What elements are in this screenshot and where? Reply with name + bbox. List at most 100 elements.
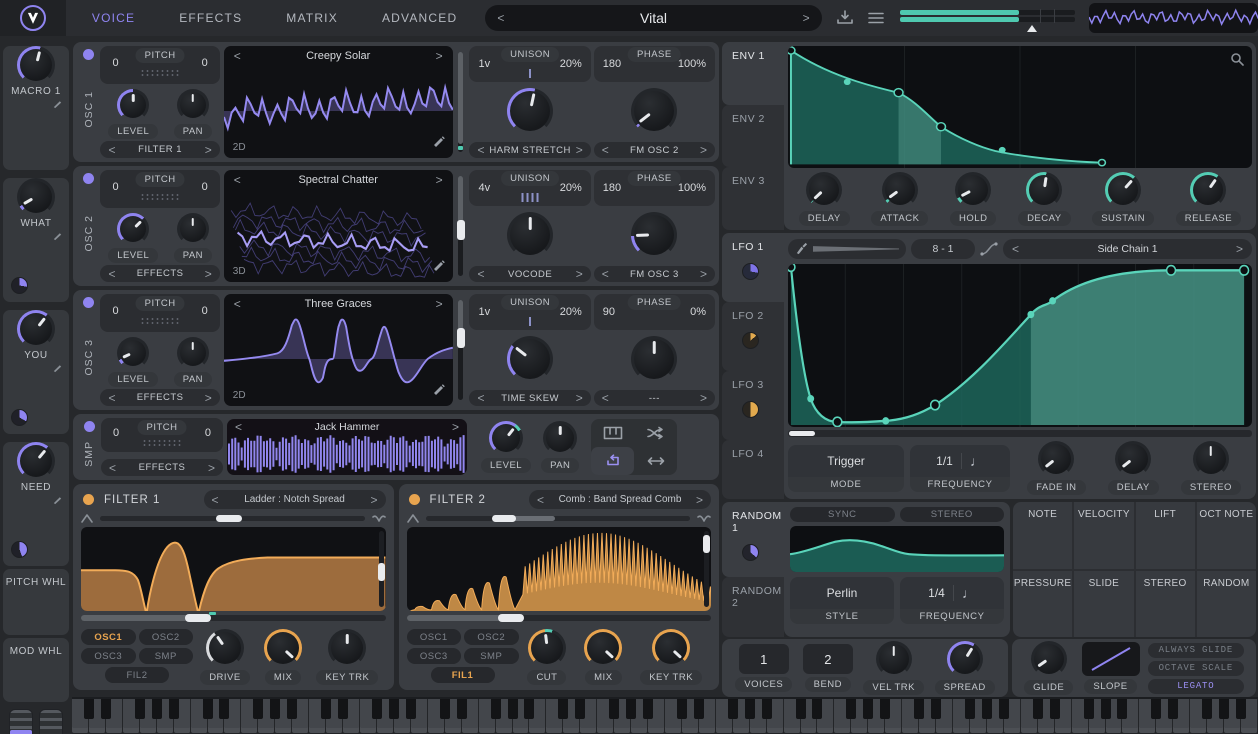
brush-width-slider[interactable] — [813, 246, 899, 252]
osc-2-unison-voices[interactable]: 4v — [478, 182, 490, 194]
tab-lfo-1[interactable]: LFO 1 — [722, 233, 784, 303]
wavetable-edit-pencil-icon[interactable] — [432, 134, 445, 152]
macro-2-knob[interactable] — [17, 178, 55, 216]
wavetable-prev-icon[interactable]: < — [234, 298, 241, 310]
osc-1-fm-knob[interactable] — [631, 88, 678, 134]
osc-3-transpose[interactable]: 0 — [112, 305, 118, 317]
piano-key-black[interactable] — [727, 699, 738, 720]
osc-2-fm-knob[interactable] — [631, 212, 678, 258]
piano-key-black[interactable] — [388, 699, 399, 720]
wavetable-next-icon[interactable]: > — [436, 298, 443, 310]
octave-scale-toggle[interactable]: OCTAVE SCALE — [1147, 660, 1244, 676]
osc-1-view-mode[interactable]: 2D — [233, 142, 246, 153]
piano-key-black[interactable] — [456, 699, 467, 720]
env-hold-knob[interactable] — [955, 172, 992, 208]
mod-source-random[interactable]: RANDOM — [1196, 570, 1256, 637]
sample-name[interactable]: Jack Hammer — [242, 421, 452, 433]
piano-key-black[interactable] — [1219, 699, 1230, 720]
piano-key-black[interactable] — [83, 699, 94, 720]
osc-1-wavetable-name[interactable]: Creepy Solar — [241, 50, 436, 62]
smooth-curve-icon[interactable] — [980, 242, 998, 256]
piano-key-black[interactable] — [287, 699, 298, 720]
sample-prev-icon[interactable]: < — [235, 421, 242, 433]
filter-2-keytrack-knob[interactable] — [652, 629, 691, 667]
mod-source-pressure[interactable]: PRESSURE — [1013, 570, 1073, 637]
slope-control[interactable]: SLOPE — [1081, 642, 1140, 694]
lfo-shape-display[interactable] — [788, 263, 1252, 428]
random-frequency-control[interactable]: 1/4 ♩ FREQUENCY — [900, 577, 1004, 632]
osc-3-frame-slider[interactable] — [456, 300, 465, 400]
random-stereo-button[interactable]: STEREO — [899, 507, 1004, 522]
lfo-fade-in-knob[interactable] — [1038, 441, 1075, 477]
sampler-power-toggle[interactable] — [83, 421, 95, 432]
preset-browser-bar[interactable]: < Vital > — [485, 5, 822, 31]
piano-key-black[interactable] — [270, 699, 281, 720]
piano-key-black[interactable] — [439, 699, 450, 720]
osc-3-pan-knob[interactable] — [176, 337, 209, 369]
filter-1-input-osc2[interactable]: OSC2 — [138, 629, 193, 645]
tab-random-2[interactable]: RANDOM 2 — [722, 577, 784, 637]
tempo-sync-note-icon[interactable]: ♩ — [970, 453, 984, 469]
wavetable-edit-pencil-icon[interactable] — [432, 258, 445, 276]
volume-handle[interactable] — [1027, 25, 1038, 32]
envelope-display[interactable] — [788, 46, 1252, 168]
osc-2-wavetable-name[interactable]: Spectral Chatter — [241, 174, 436, 186]
macro-2-mod-indicator[interactable] — [11, 277, 28, 294]
osc-2-view-mode[interactable]: 3D — [233, 266, 246, 277]
osc-3-left-param-selector[interactable]: < TIME SKEW > — [469, 390, 591, 406]
filter-2-mix-knob[interactable] — [584, 629, 623, 667]
preset-prev-icon[interactable]: < — [497, 12, 504, 24]
filter-1-model-selector[interactable]: < Ladder : Notch Spread > — [203, 490, 386, 510]
env-decay-knob[interactable] — [1026, 172, 1063, 208]
piano-key-black[interactable] — [1032, 699, 1043, 720]
piano-key-black[interactable] — [964, 699, 975, 720]
filter-1-morph-slider[interactable] — [100, 515, 365, 523]
osc-1-unison-detune[interactable]: 20% — [560, 58, 582, 70]
piano-key-black[interactable] — [643, 699, 654, 720]
mod-source-lift[interactable]: LIFT — [1135, 502, 1195, 569]
osc-2-pan-knob[interactable] — [176, 213, 209, 245]
preset-next-icon[interactable]: > — [803, 12, 810, 24]
osc-3-routing-selector[interactable]: < EFFECTS > — [100, 389, 220, 406]
filter-1-input-osc1[interactable]: OSC1 — [81, 629, 136, 645]
osc-2-unison-detune[interactable]: 20% — [560, 182, 582, 194]
osc-3-phase-value[interactable]: 90 — [603, 306, 615, 318]
lfo-delay-knob[interactable] — [1115, 441, 1152, 477]
piano-key-black[interactable] — [795, 699, 806, 720]
piano-key-black[interactable] — [507, 699, 518, 720]
osc-2-routing-selector[interactable]: < EFFECTS > — [100, 265, 220, 282]
piano-key-black[interactable] — [880, 699, 891, 720]
mod-wheel[interactable] — [39, 709, 63, 734]
piano-key-black[interactable] — [744, 699, 755, 720]
preset-name[interactable]: Vital — [504, 10, 802, 26]
piano-key-black[interactable] — [676, 699, 687, 720]
piano-key-black[interactable] — [100, 699, 111, 720]
macro-4-knob[interactable] — [17, 442, 55, 480]
tab-lfo-2[interactable]: LFO 2 — [722, 302, 784, 372]
velocity-track-knob[interactable] — [875, 641, 912, 677]
tempo-sync-note-icon[interactable]: ♩ — [962, 585, 976, 601]
filter-1-input-osc3[interactable]: OSC3 — [81, 648, 136, 664]
piano-key-black[interactable] — [693, 699, 704, 720]
osc-1-wavetable-display[interactable]: < Creepy Solar > 2D — [223, 46, 453, 158]
tab-matrix[interactable]: MATRIX — [286, 11, 338, 25]
piano-keyboard[interactable] — [72, 697, 1258, 734]
piano-key-black[interactable] — [609, 699, 620, 720]
piano-key-black[interactable] — [168, 699, 179, 720]
lfo-frequency-control[interactable]: 1/1 ♩ FREQUENCY — [910, 444, 1010, 492]
osc-3-wavetable-name[interactable]: Three Graces — [241, 298, 436, 310]
filter-2-response-display[interactable] — [406, 526, 711, 612]
piano-key-black[interactable] — [1117, 699, 1128, 720]
env-sustain-knob[interactable] — [1105, 172, 1142, 208]
filter-1-cutoff-slider[interactable] — [81, 612, 386, 623]
lfo-grid-selector[interactable]: 8 - 1 — [911, 238, 975, 259]
output-volume-meter[interactable] — [899, 5, 1075, 32]
osc-2-wavetable-display[interactable]: < Spectral Chatter > 3D — [223, 170, 453, 282]
wavetable-prev-icon[interactable]: < — [234, 174, 241, 186]
piano-key-black[interactable] — [761, 699, 772, 720]
osc-1-routing-selector[interactable]: < FILTER 1 > — [100, 141, 220, 158]
filter-2-morph-slider[interactable] — [425, 515, 690, 523]
stereo-spread-knob[interactable] — [946, 641, 983, 677]
osc-1-transpose[interactable]: 0 — [112, 57, 118, 69]
filter-2-input-osc3[interactable]: OSC3 — [406, 648, 461, 664]
